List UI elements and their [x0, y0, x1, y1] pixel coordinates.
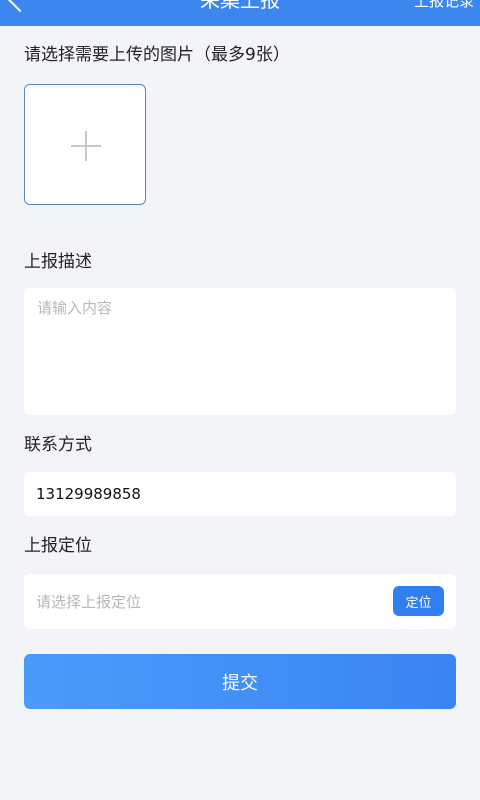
locate-button[interactable]: 定位	[393, 586, 444, 616]
image-upload-box[interactable]	[24, 84, 146, 205]
description-input[interactable]	[24, 288, 456, 415]
upload-label: 请选择需要上传的图片（最多9张）	[24, 45, 290, 65]
contact-label: 联系方式	[24, 435, 92, 455]
plus-icon	[71, 131, 101, 161]
report-record-link[interactable]: 上报记录	[414, 0, 474, 12]
page-title: 采集上报	[200, 0, 280, 12]
header-bar: 采集上报 上报记录	[0, 0, 480, 26]
description-label: 上报描述	[24, 252, 92, 272]
submit-button[interactable]: 提交	[24, 654, 456, 709]
location-placeholder: 请选择上报定位	[36, 593, 142, 611]
contact-phone-input[interactable]	[24, 472, 456, 516]
location-label: 上报定位	[24, 536, 92, 556]
